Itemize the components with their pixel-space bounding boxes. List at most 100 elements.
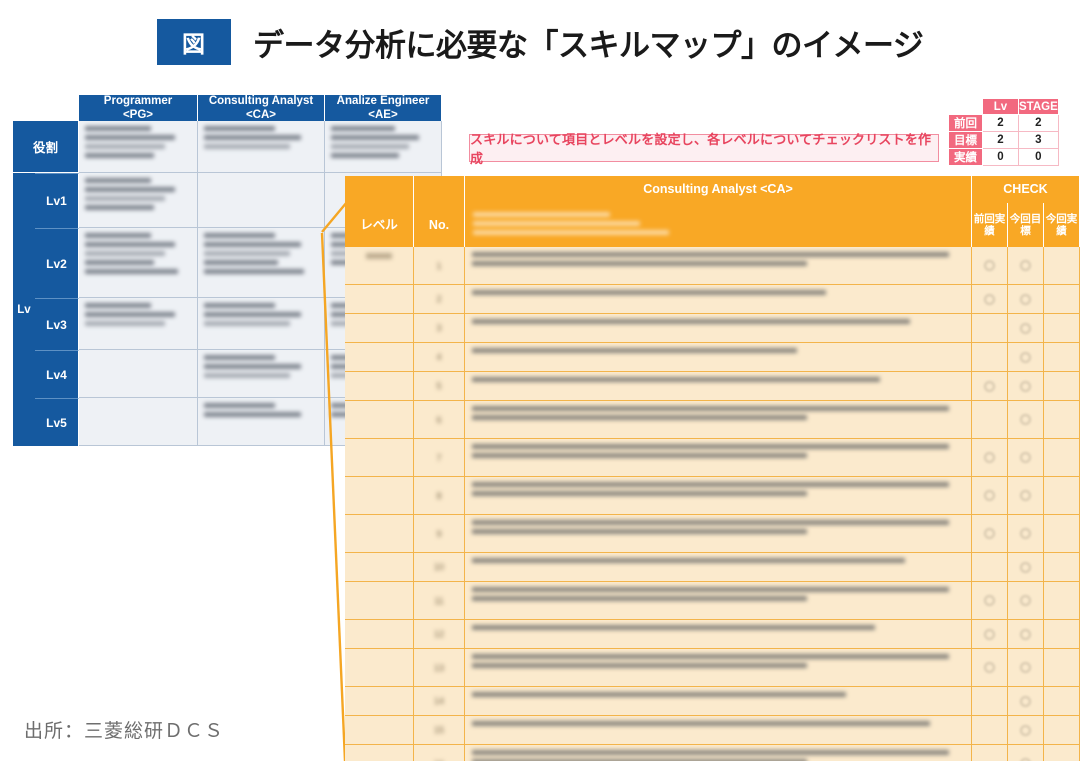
detail-row-number-value: 5 bbox=[436, 381, 442, 391]
detail-check-result[interactable] bbox=[1044, 285, 1080, 313]
detail-check-target[interactable] bbox=[1008, 401, 1044, 438]
detail-check-result[interactable] bbox=[1044, 401, 1080, 438]
table-row[interactable]: 3 bbox=[345, 314, 1080, 343]
detail-check-prev-result[interactable] bbox=[972, 649, 1008, 686]
detail-check-result[interactable] bbox=[1044, 314, 1080, 342]
detail-level-cell bbox=[345, 620, 414, 648]
detail-level-cell bbox=[345, 582, 414, 619]
table-row[interactable]: 9 bbox=[345, 515, 1080, 553]
detail-check-target[interactable] bbox=[1008, 372, 1044, 400]
table-row[interactable]: 6 bbox=[345, 401, 1080, 439]
detail-check-result[interactable] bbox=[1044, 439, 1080, 476]
detail-description-cell bbox=[465, 553, 972, 581]
mini-value-stage: 0 bbox=[1018, 148, 1059, 166]
circle-mark-icon bbox=[984, 528, 995, 539]
detail-check-target[interactable] bbox=[1008, 285, 1044, 313]
detail-row-number-value: 1 bbox=[436, 260, 442, 271]
circle-mark-icon bbox=[984, 380, 995, 392]
detail-check-result[interactable] bbox=[1044, 515, 1080, 552]
detail-check-target[interactable] bbox=[1008, 582, 1044, 619]
table-row[interactable]: 11 bbox=[345, 582, 1080, 620]
obscured-text bbox=[198, 298, 324, 333]
detail-header-level: レベル bbox=[345, 203, 414, 247]
detail-check-prev-result[interactable] bbox=[972, 745, 1008, 761]
overview-level-label-lv1: Lv1 bbox=[35, 173, 79, 228]
detail-check-target[interactable] bbox=[1008, 745, 1044, 761]
detail-check-prev-result[interactable] bbox=[972, 582, 1008, 619]
detail-check-prev-result[interactable] bbox=[972, 314, 1008, 342]
table-row[interactable]: 16 bbox=[345, 745, 1080, 761]
detail-check-result[interactable] bbox=[1044, 553, 1080, 581]
detail-check-target[interactable] bbox=[1008, 687, 1044, 715]
detail-check-result[interactable] bbox=[1044, 247, 1080, 284]
detail-row-number: 14 bbox=[414, 687, 465, 715]
detail-check-prev-result[interactable] bbox=[972, 439, 1008, 476]
table-row[interactable]: 14 bbox=[345, 687, 1080, 716]
detail-description-cell bbox=[465, 477, 972, 514]
detail-check-prev-result[interactable] bbox=[972, 247, 1008, 284]
detail-check-prev-result[interactable] bbox=[972, 620, 1008, 648]
detail-check-target[interactable] bbox=[1008, 477, 1044, 514]
table-row[interactable]: 12 bbox=[345, 620, 1080, 649]
detail-check-target[interactable] bbox=[1008, 716, 1044, 744]
table-row[interactable]: 7 bbox=[345, 439, 1080, 477]
detail-check-prev-result[interactable] bbox=[972, 515, 1008, 552]
detail-check-target[interactable] bbox=[1008, 649, 1044, 686]
table-row[interactable]: 1 bbox=[345, 247, 1080, 285]
detail-check-result[interactable] bbox=[1044, 687, 1080, 715]
circle-mark-icon bbox=[984, 260, 995, 271]
mini-value-lv: 2 bbox=[982, 114, 1019, 132]
table-row[interactable]: 5 bbox=[345, 372, 1080, 401]
detail-check-result[interactable] bbox=[1044, 343, 1080, 371]
detail-check-result[interactable] bbox=[1044, 620, 1080, 648]
circle-mark-icon bbox=[1020, 351, 1031, 363]
detail-check-result[interactable] bbox=[1044, 745, 1080, 761]
table-row[interactable]: 10 bbox=[345, 553, 1080, 582]
figure-badge: 図 bbox=[157, 19, 231, 65]
table-row[interactable]: 8 bbox=[345, 477, 1080, 515]
detail-check-result[interactable] bbox=[1044, 582, 1080, 619]
detail-check-target[interactable] bbox=[1008, 247, 1044, 284]
detail-check-prev-result[interactable] bbox=[972, 477, 1008, 514]
detail-row-number-value: 6 bbox=[436, 414, 442, 425]
overview-skill-cell bbox=[198, 350, 325, 398]
circle-mark-icon bbox=[1020, 414, 1031, 425]
detail-check-result[interactable] bbox=[1044, 372, 1080, 400]
detail-check-prev-result[interactable] bbox=[972, 687, 1008, 715]
detail-check-prev-result[interactable] bbox=[972, 372, 1008, 400]
detail-check-prev-result[interactable] bbox=[972, 553, 1008, 581]
table-row[interactable]: 2 bbox=[345, 285, 1080, 314]
obscured-text bbox=[472, 520, 964, 534]
detail-check-target[interactable] bbox=[1008, 314, 1044, 342]
mini-value-stage: 3 bbox=[1018, 131, 1059, 149]
column-role-name: Consulting Analyst bbox=[208, 94, 314, 107]
circle-mark-icon bbox=[1020, 293, 1031, 305]
detail-check-result[interactable] bbox=[1044, 477, 1080, 514]
detail-check-target[interactable] bbox=[1008, 343, 1044, 371]
detail-check-prev-result[interactable] bbox=[972, 285, 1008, 313]
detail-row-number: 16 bbox=[414, 745, 465, 761]
detail-check-target[interactable] bbox=[1008, 620, 1044, 648]
detail-level-cell bbox=[345, 553, 414, 581]
mini-table-row: 目標 2 3 bbox=[948, 131, 1059, 149]
detail-header-spacer-no bbox=[414, 176, 465, 203]
obscured-text bbox=[472, 587, 964, 601]
overview-skill-cell bbox=[198, 298, 325, 350]
detail-check-target[interactable] bbox=[1008, 553, 1044, 581]
detail-description-cell bbox=[465, 745, 972, 761]
detail-check-prev-result[interactable] bbox=[972, 401, 1008, 438]
detail-check-target[interactable] bbox=[1008, 439, 1044, 476]
table-row[interactable]: 15 bbox=[345, 716, 1080, 745]
mini-table-corner bbox=[949, 99, 983, 115]
detail-level-cell bbox=[345, 716, 414, 744]
detail-check-prev-result[interactable] bbox=[972, 716, 1008, 744]
detail-check-result[interactable] bbox=[1044, 649, 1080, 686]
table-row[interactable]: 4 bbox=[345, 343, 1080, 372]
detail-check-result[interactable] bbox=[1044, 716, 1080, 744]
detail-header-description bbox=[465, 203, 972, 247]
table-row[interactable]: 13 bbox=[345, 649, 1080, 687]
detail-check-target[interactable] bbox=[1008, 515, 1044, 552]
circle-mark-icon bbox=[1020, 724, 1031, 736]
detail-level-cell bbox=[345, 343, 414, 371]
detail-check-prev-result[interactable] bbox=[972, 343, 1008, 371]
